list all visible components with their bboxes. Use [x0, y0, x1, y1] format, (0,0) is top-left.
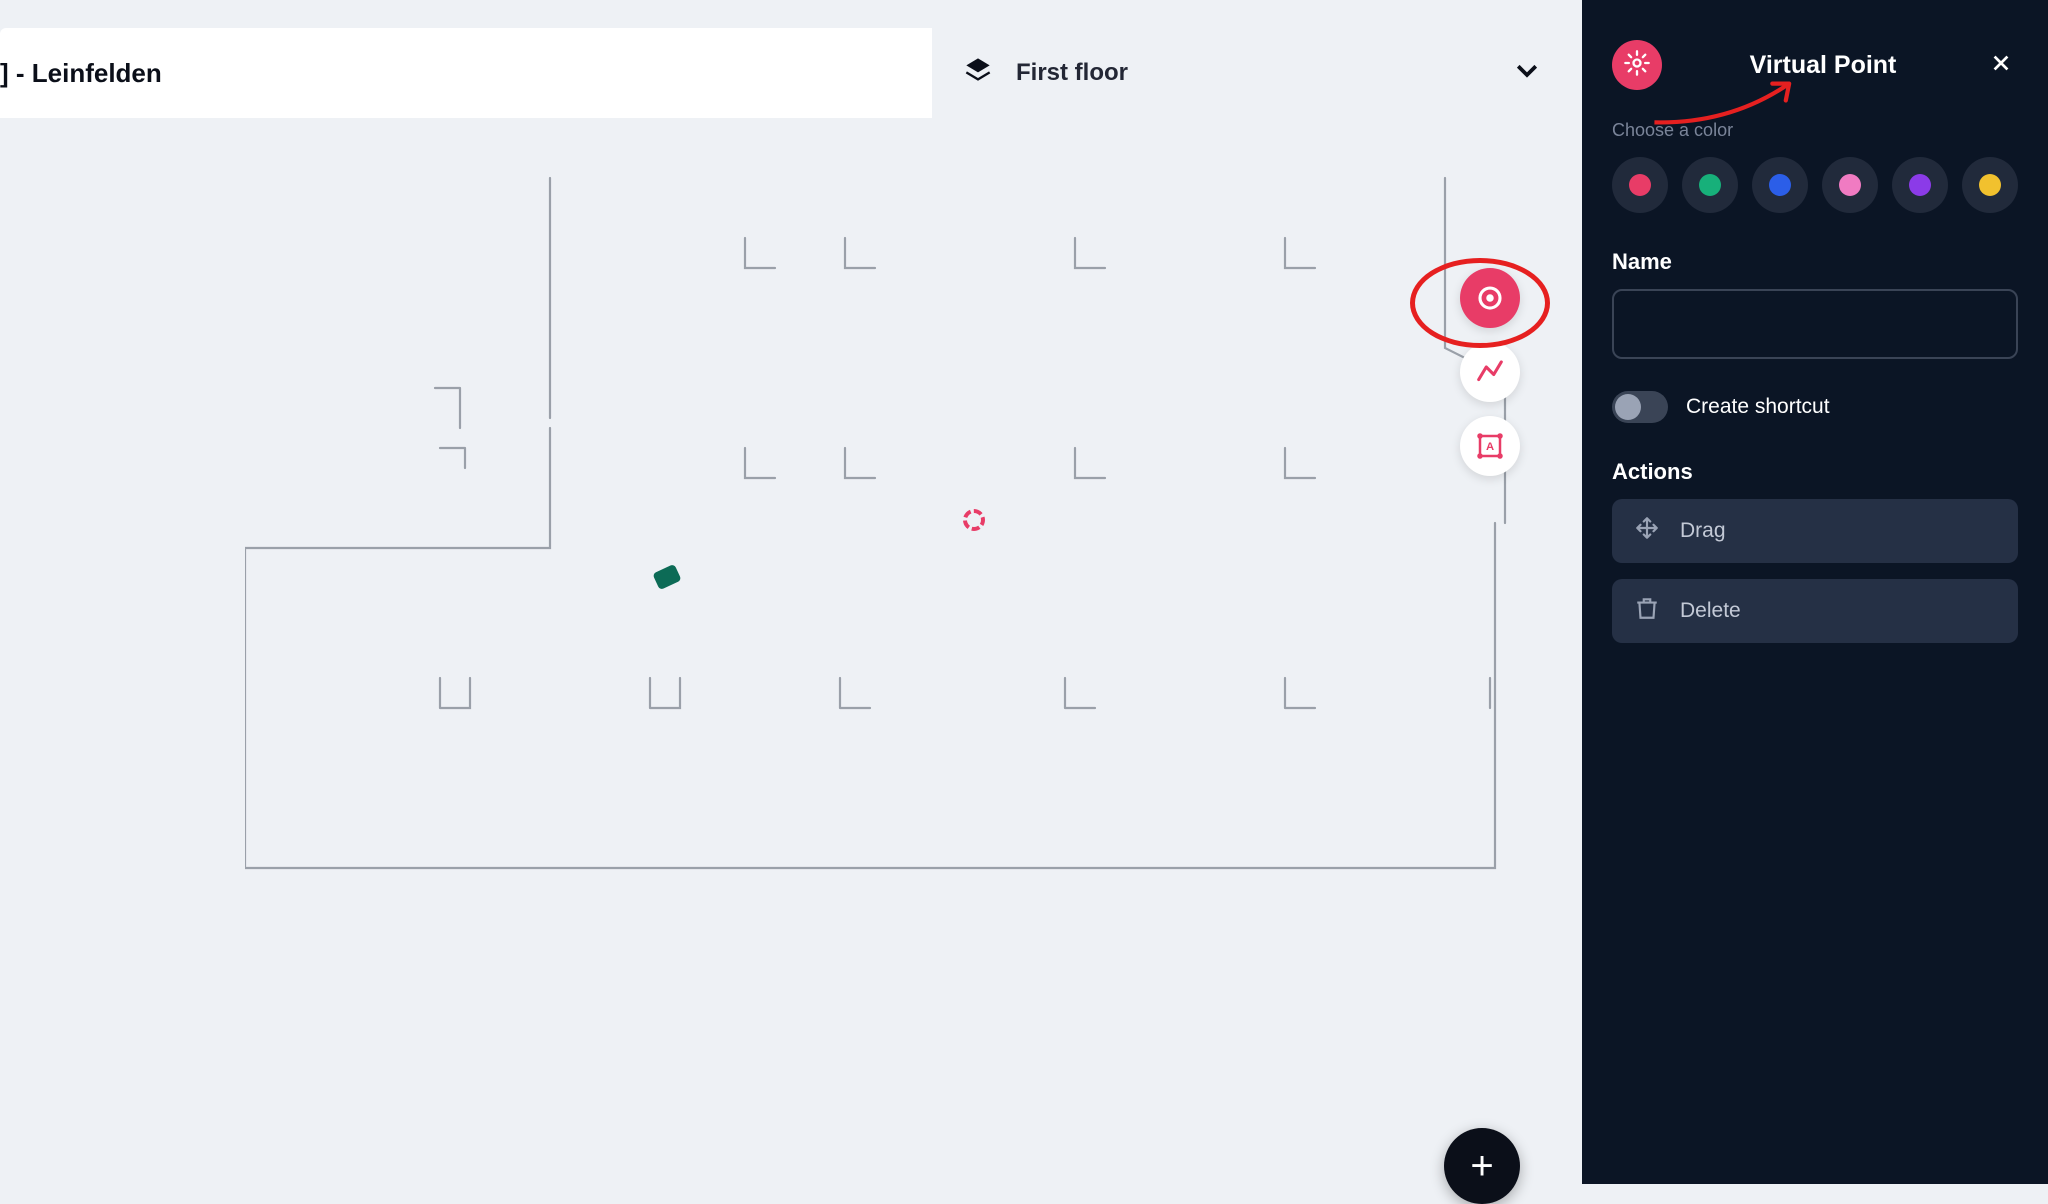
actions-label: Actions	[1612, 459, 2018, 485]
virtual-point-tool[interactable]	[1460, 268, 1520, 328]
shortcut-row: Create shortcut	[1612, 391, 2018, 423]
gear-icon	[1623, 49, 1651, 82]
settings-button[interactable]	[1612, 40, 1662, 90]
add-button[interactable]: +	[1444, 1128, 1520, 1204]
close-button[interactable]	[1984, 48, 2018, 82]
layers-icon	[964, 56, 992, 91]
drag-action[interactable]: Drag	[1612, 499, 2018, 563]
zone-tool[interactable]: A	[1460, 416, 1520, 476]
floorplan	[245, 168, 1535, 888]
toggle-knob	[1615, 394, 1641, 420]
shortcut-toggle-label: Create shortcut	[1686, 395, 1830, 419]
name-input[interactable]	[1612, 289, 2018, 359]
floor-selector[interactable]: First floor	[932, 28, 1582, 118]
delete-label: Delete	[1680, 599, 1741, 623]
color-option-1[interactable]	[1612, 157, 1668, 213]
drag-icon	[1634, 515, 1660, 547]
chevron-down-icon	[1512, 55, 1542, 92]
header-row: ] - Leinfelden First floor	[0, 28, 1582, 118]
location-title: ] - Leinfelden	[0, 28, 932, 118]
color-option-3[interactable]	[1752, 157, 1808, 213]
path-tool[interactable]	[1460, 342, 1520, 402]
map-tools: A	[1460, 268, 1520, 476]
create-shortcut-toggle[interactable]	[1612, 391, 1668, 423]
svg-text:A: A	[1486, 441, 1494, 453]
drag-label: Drag	[1680, 519, 1726, 543]
close-icon	[1990, 52, 2012, 79]
plus-icon: +	[1470, 1144, 1493, 1189]
location-text: ] - Leinfelden	[0, 58, 162, 89]
floor-selector-label: First floor	[1016, 59, 1128, 87]
color-option-2[interactable]	[1682, 157, 1738, 213]
color-option-6[interactable]	[1962, 157, 2018, 213]
map-canvas[interactable]: A +	[0, 118, 1582, 1184]
color-picker	[1612, 157, 2018, 213]
panel-title: Virtual Point	[1682, 51, 1964, 80]
name-label: Name	[1612, 249, 2018, 275]
color-option-5[interactable]	[1892, 157, 1948, 213]
delete-action[interactable]: Delete	[1612, 579, 2018, 643]
trash-icon	[1634, 595, 1660, 627]
properties-panel: Virtual Point Choose a color Name Create…	[1582, 0, 2048, 1184]
color-option-4[interactable]	[1822, 157, 1878, 213]
virtual-point-marker[interactable]	[963, 509, 985, 531]
panel-header: Virtual Point	[1612, 40, 2018, 90]
color-hint: Choose a color	[1612, 120, 2018, 141]
